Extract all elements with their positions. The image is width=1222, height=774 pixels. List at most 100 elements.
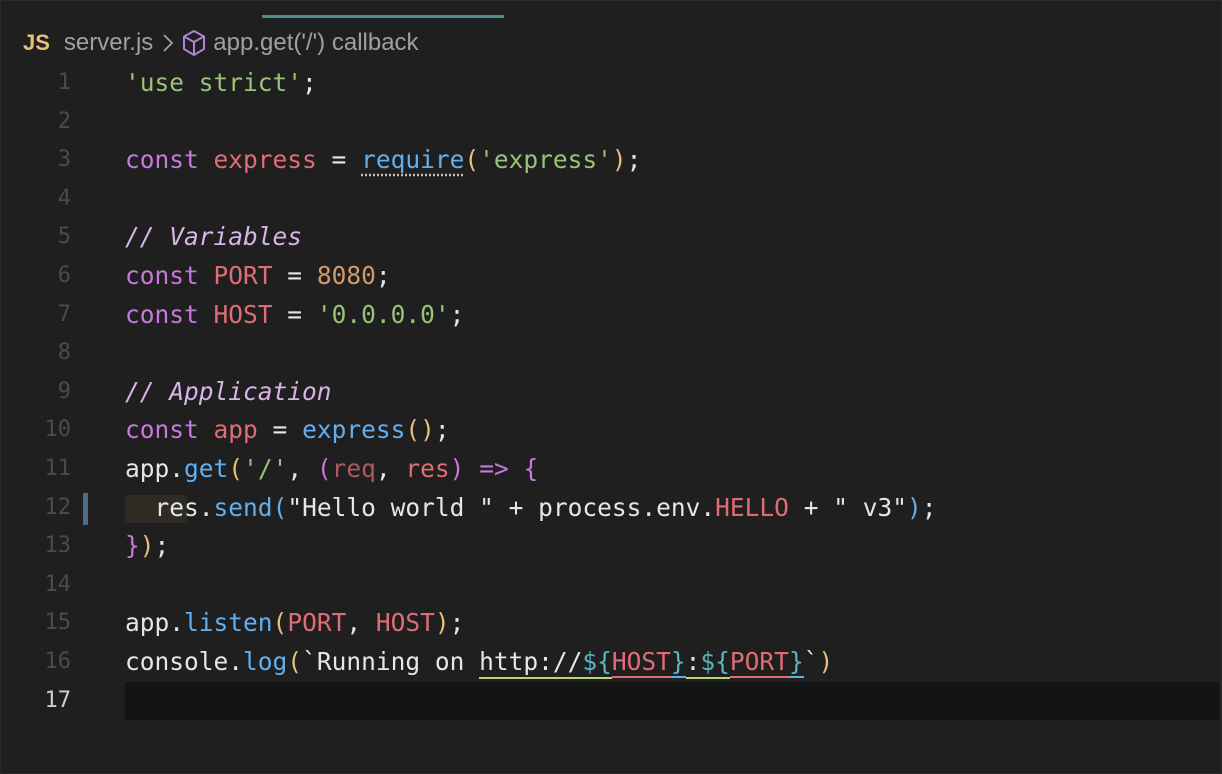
code-line[interactable]: 13}); [1,527,1222,566]
code-token: // Variables [125,222,303,252]
current-line-highlight [125,681,1219,720]
code-area[interactable]: 1'use strict'; 2 3 const express = require(… [1,64,1222,720]
code-token: = [257,415,303,445]
code-line[interactable]: 12 res.send("Hello world " + process.env… [1,489,1222,528]
breadcrumb-symbol[interactable]: app.get('/') callback [213,29,418,57]
code-token: ${ [582,646,612,679]
code-token: '0.0.0.0' [316,299,450,329]
code-token: () [405,415,435,445]
code-token: . [198,492,214,522]
code-token: . [169,453,185,483]
code-text: app.listen(PORT, HOST); [125,604,464,643]
active-tab-indicator [262,15,504,18]
code-text: const app = express(); [125,411,450,450]
code-token: HELLO [715,492,789,522]
code-token: ) [906,492,922,522]
code-line[interactable]: 11 app.get('/', (req, res) => { [1,450,1222,489]
code-text: }); [125,527,169,566]
code-token: => [479,453,509,483]
code-token: ) [434,608,450,638]
code-token: const [125,415,199,445]
code-line[interactable]: 5 // Variables [1,218,1222,257]
chevron-right-icon [161,32,175,54]
code-token: const [125,299,199,329]
code-token: HOST [611,646,671,678]
code-token: ; [626,145,642,175]
code-token: console [125,646,229,676]
code-editor-window: JS server.js app.get('/') callback 1 'use… [0,0,1222,774]
code-token: 'use strict' [125,68,303,97]
code-text: const express = require('express'); [125,141,641,180]
code-token: app [213,415,258,445]
code-token: = [272,260,317,290]
line-number: 16 [44,648,72,674]
code-token: , [287,453,317,483]
code-token: : [685,646,701,679]
code-line[interactable]: 9 // Application [1,373,1222,412]
code-token: "Hello world " [287,492,494,522]
code-token: `Running on [302,646,480,676]
code-token: ( [316,453,332,483]
code-token: log [243,646,288,676]
code-line[interactable]: 4 [1,180,1222,219]
code-line[interactable]: 14 [1,566,1222,605]
code-line[interactable]: 8 [1,334,1222,373]
code-line[interactable]: 6 const PORT = 8080; [1,257,1222,296]
breadcrumb: JS server.js app.get('/') callback [23,25,419,61]
code-token: ( [272,608,288,638]
line-number: 9 [57,378,71,404]
code-token: PORT [287,608,347,638]
code-text: app.get('/', (req, res) => { [125,450,538,489]
breadcrumb-file[interactable]: server.js [64,29,153,57]
code-token: express [213,145,317,175]
javascript-file-icon: JS [23,30,50,55]
code-line[interactable]: 15 app.listen(PORT, HOST); [1,604,1222,643]
code-token: ) [611,145,627,175]
code-token: PORT [213,260,273,290]
code-line[interactable]: 16 console.log(`Running on http://${HOST}… [1,643,1222,682]
code-token: } [670,646,686,678]
line-number: 7 [57,301,71,327]
line-number: 12 [44,494,72,520]
code-token: app [125,608,170,638]
code-text: console.log(`Running on http://${HOST}:$… [125,643,833,682]
code-token: + [788,492,834,522]
code-token: ; [449,608,465,638]
code-token: HOST [375,608,435,638]
code-token: PORT [729,646,789,678]
code-token: } [788,646,804,678]
code-token: ${ [700,646,730,679]
code-token: { [523,453,539,483]
line-number: 4 [57,185,71,211]
code-token: send [213,492,273,522]
line-number: 14 [44,571,72,597]
code-token: ; [302,68,317,97]
code-token: 'express' [479,145,612,175]
line-number: 17 [44,687,72,713]
code-line[interactable]: 1 'use strict'; [1,64,1222,103]
code-token: ` [803,646,819,676]
line-number: 5 [57,224,71,250]
code-token: ; [375,260,391,290]
code-line[interactable]: 2 [1,103,1222,142]
code-text: const PORT = 8080; [125,257,391,296]
code-token: ( [287,646,303,676]
code-token: get [184,453,229,483]
code-line[interactable]: 17 [1,681,1222,721]
code-token: app [125,453,170,483]
code-token: http:// [479,646,583,679]
code-line[interactable]: 10 const app = express(); [1,411,1222,450]
code-line[interactable]: 7 const HOST = '0.0.0.0'; [1,296,1222,335]
line-number: 8 [57,340,71,366]
code-line[interactable]: 3 const express = require('express'); [1,141,1222,180]
line-number: 1 [57,70,71,95]
code-token: ; [449,299,465,329]
code-token: . [641,492,657,522]
code-token: } [125,531,140,561]
code-token: // Application [125,376,332,406]
code-token: const [125,260,199,290]
